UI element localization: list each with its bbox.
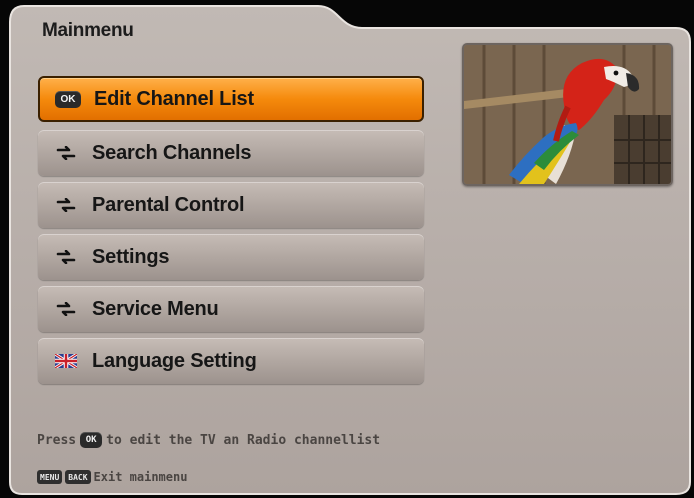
menu-item-label: Language Setting [92,349,257,372]
menu-item-settings[interactable]: Settings [38,234,424,280]
menu-item-label: Service Menu [92,297,219,320]
exit-hint: MENU BACK Exit mainmenu [37,470,187,484]
ok-key-icon: OK [54,90,82,108]
help-suffix: to edit the TV an Radio channellist [106,432,381,448]
menu-item-language-setting[interactable]: Language Setting [38,338,424,384]
ok-key-badge: OK [55,90,81,108]
arrow-icon [52,248,80,266]
menu-key-icon[interactable]: MENU [37,470,63,484]
main-menu: OK Edit Channel List Search Channels Par… [38,76,424,390]
help-prefix: Press [37,432,77,448]
menu-item-label: Edit Channel List [94,87,254,110]
arrow-icon [52,300,80,318]
menu-item-label: Search Channels [92,141,252,164]
menu-item-edit-channel-list[interactable]: OK Edit Channel List [38,76,424,122]
arrow-icon [52,196,80,214]
menu-item-parental-control[interactable]: Parental Control [38,182,424,228]
menu-item-label: Parental Control [92,193,245,216]
tv-screen: Mainmenu OK Edit Channel List Search Cha… [0,0,694,498]
arrow-icon [52,144,80,162]
tv-preview-window [462,43,673,186]
page-title: Mainmenu [42,20,134,41]
ok-key-icon: OK [80,432,103,448]
menu-item-service-menu[interactable]: Service Menu [38,286,424,332]
parrot-video-image [464,45,671,184]
menu-item-label: Settings [92,245,170,268]
exit-label: Exit mainmenu [93,470,188,484]
uk-flag-icon [52,352,80,370]
help-text: Press OK to edit the TV an Radio channel… [37,432,380,448]
back-key-icon[interactable]: BACK [65,470,91,484]
menu-item-search-channels[interactable]: Search Channels [38,130,424,176]
